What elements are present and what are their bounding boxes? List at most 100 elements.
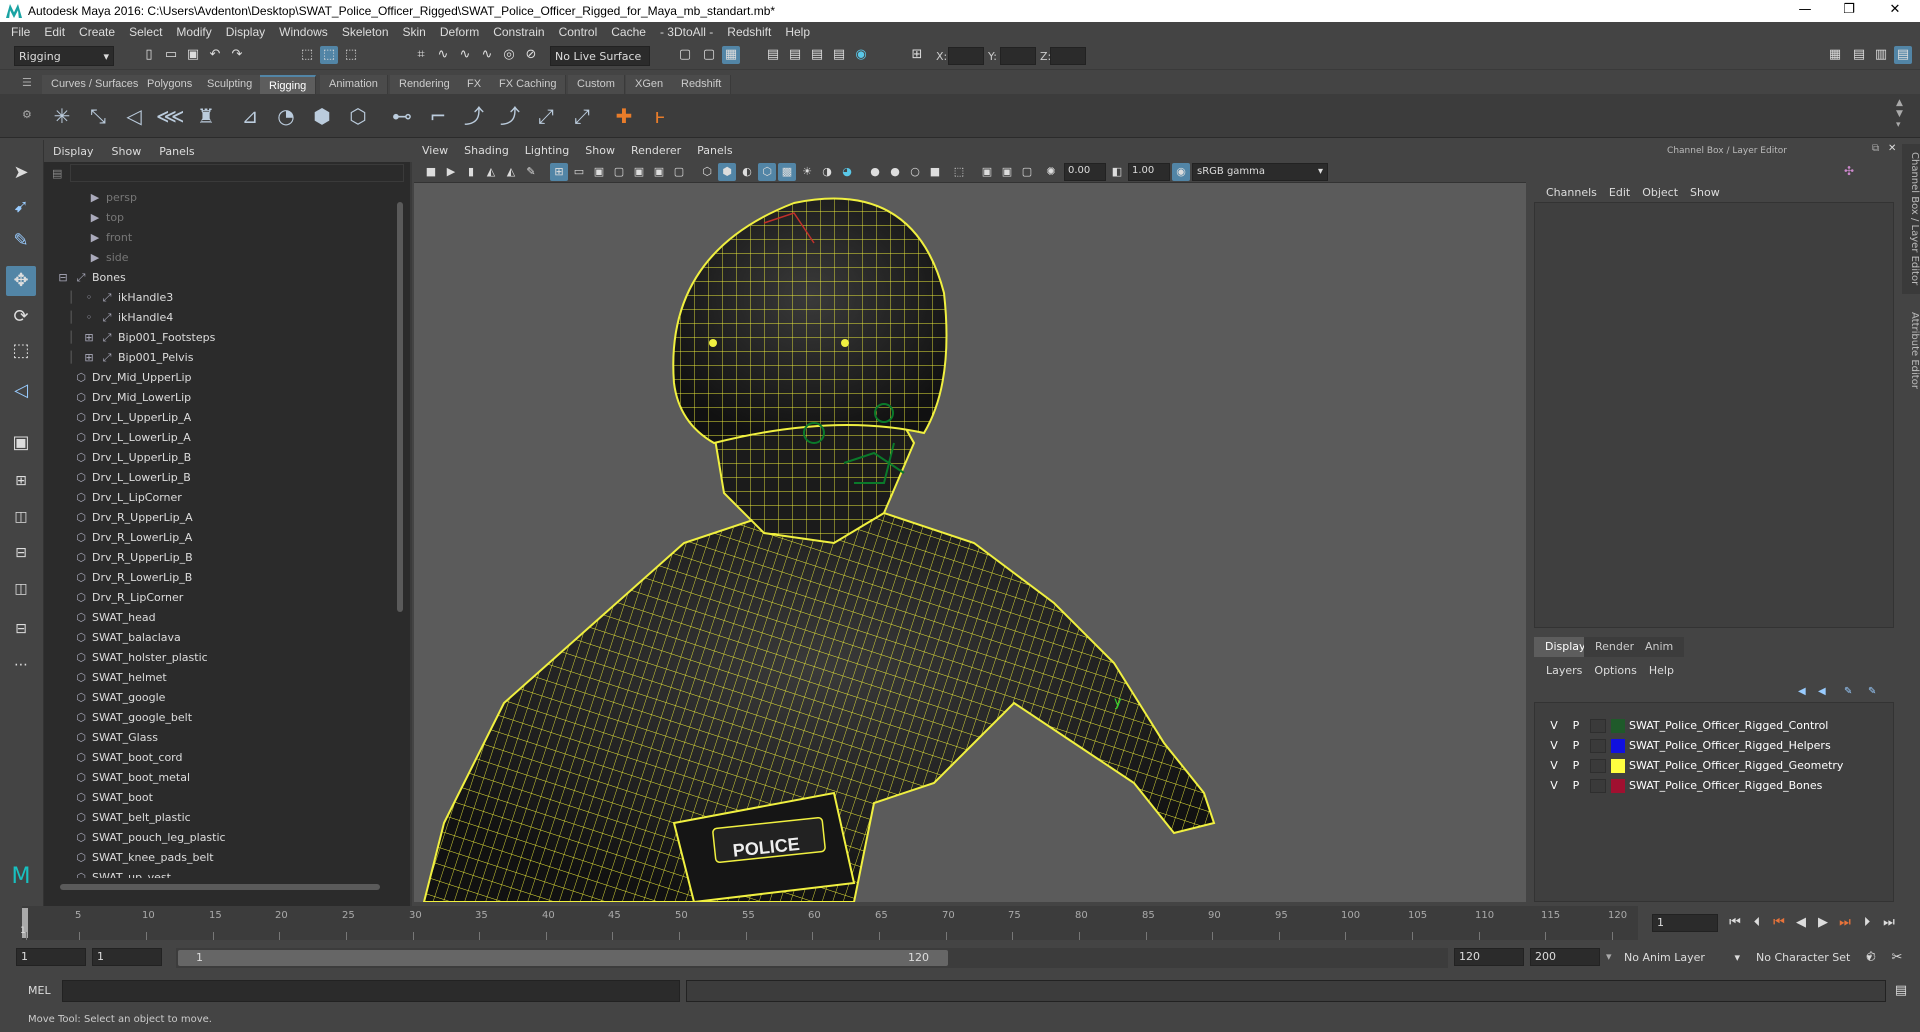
outliner-item[interactable]: ⬡ SWAT_head bbox=[74, 608, 155, 628]
shelf-scroll-icon[interactable]: ▲ ▼ ▾ bbox=[1896, 98, 1903, 131]
shelf-tab-sculpting[interactable]: Sculpting bbox=[198, 75, 263, 94]
wireframe-icon[interactable]: ⬡ bbox=[698, 163, 716, 181]
outliner-filter-icon[interactable]: ▤ bbox=[52, 167, 62, 180]
shelf-options-icon[interactable]: ⚙ bbox=[22, 108, 32, 121]
play-forwards-icon[interactable]: ▶ bbox=[1814, 914, 1832, 932]
snap-grid-icon[interactable]: ⌗ bbox=[412, 46, 430, 64]
outliner-item[interactable]: ⬡ Drv_L_LipCorner bbox=[74, 488, 182, 508]
step-back-key-icon[interactable]: ⏮ bbox=[1770, 914, 1788, 932]
menu-modify[interactable]: Modify bbox=[169, 25, 218, 39]
outliner-item[interactable]: ⬡ SWAT_holster_plastic bbox=[74, 648, 207, 668]
go-to-end-icon[interactable]: ⏭ bbox=[1880, 914, 1898, 932]
field-chart-icon[interactable]: ▣ bbox=[630, 163, 648, 181]
layer-playback-toggle[interactable]: P bbox=[1565, 737, 1587, 755]
range-bar[interactable]: 1 120 bbox=[176, 948, 1448, 968]
new-scene-icon[interactable]: ▯ bbox=[140, 46, 158, 64]
mirror-joint-icon[interactable]: ◁ bbox=[120, 102, 148, 130]
live-surface-field[interactable]: No Live Surface bbox=[550, 46, 650, 66]
shadows-icon[interactable]: ◑ bbox=[818, 163, 836, 181]
menu-deform[interactable]: Deform bbox=[433, 25, 486, 39]
outliner-item[interactable]: ⬡ Drv_L_LowerLip_A bbox=[74, 428, 191, 448]
construction-history-icon[interactable]: ▢ bbox=[700, 46, 718, 64]
z-field[interactable] bbox=[1050, 47, 1086, 65]
outliner-item[interactable]: ⬡ Drv_R_UpperLip_B bbox=[74, 548, 192, 568]
channel-box-menu-channels[interactable]: Channels bbox=[1540, 186, 1603, 199]
last-tool-icon[interactable]: ◁ bbox=[6, 376, 36, 406]
image-plane-icon[interactable]: ◭ bbox=[482, 163, 500, 181]
modeling-toolkit-icon[interactable]: ▦ bbox=[1826, 46, 1844, 64]
ik-spline-icon[interactable]: ◔ bbox=[272, 102, 300, 130]
layer-visibility-toggle[interactable]: V bbox=[1543, 717, 1565, 735]
layer-display-type-toggle[interactable] bbox=[1590, 759, 1606, 773]
command-language-label[interactable]: MEL bbox=[28, 984, 51, 997]
animation-start-field[interactable]: 1 bbox=[16, 948, 86, 966]
new-empty-layer-icon[interactable]: ✎ bbox=[1844, 686, 1852, 697]
outliner-item[interactable]: ⬡ SWAT_boot_metal bbox=[74, 768, 190, 788]
outliner-item[interactable]: ⬡ Drv_Mid_UpperLip bbox=[74, 368, 191, 388]
four-view-layout-icon[interactable]: ⊞ bbox=[6, 466, 36, 496]
viewport-canvas[interactable]: POLICE y bbox=[414, 183, 1526, 902]
outliner-item[interactable]: ⬡ Drv_R_LipCorner bbox=[74, 588, 183, 608]
layer-color-swatch[interactable] bbox=[1611, 739, 1625, 753]
outliner-item[interactable]: ⬡ SWAT_google bbox=[74, 688, 165, 708]
layout-more-icon[interactable]: ⋯ bbox=[6, 650, 36, 680]
menu-windows[interactable]: Windows bbox=[272, 25, 335, 39]
layer-color-swatch[interactable] bbox=[1611, 779, 1625, 793]
isolate-select-icon[interactable]: ■ bbox=[926, 163, 944, 181]
outliner-item[interactable]: ⬡ SWAT_belt_plastic bbox=[74, 808, 191, 828]
move-layer-up-icon[interactable]: ◀ bbox=[1798, 686, 1806, 697]
scale-tool-icon[interactable]: ⬚ bbox=[6, 336, 36, 366]
bind-skin-icon[interactable]: ⬢ bbox=[308, 102, 336, 130]
locator-icon[interactable]: ⊷ bbox=[388, 102, 416, 130]
outliner-item[interactable]: ⬡ Drv_L_UpperLip_A bbox=[74, 408, 191, 428]
render-settings-icon[interactable]: ▤ bbox=[808, 46, 826, 64]
single-perspective-layout-icon[interactable]: ▣ bbox=[6, 428, 36, 458]
bookmark-icon[interactable]: ▮ bbox=[462, 163, 480, 181]
shelf-tab-curves-surfaces[interactable]: Curves / Surfaces bbox=[42, 75, 149, 94]
shelf-tab-custom[interactable]: Custom bbox=[568, 75, 625, 94]
snap-view-icon[interactable]: ∿ bbox=[478, 46, 496, 64]
layer-playback-toggle[interactable]: P bbox=[1565, 757, 1587, 775]
minimize-button[interactable]: — bbox=[1782, 0, 1828, 22]
outliner-item[interactable]: │ ⊞ ⤢ Bip001_Pelvis bbox=[64, 348, 194, 368]
gate-mask-icon[interactable]: ▢ bbox=[610, 163, 628, 181]
motion-blur-icon[interactable]: ● bbox=[866, 163, 884, 181]
viewport-menu-renderer[interactable]: Renderer bbox=[623, 144, 689, 157]
expand-icon[interactable]: ⊞ bbox=[82, 348, 96, 368]
script-editor-icon[interactable]: ▤ bbox=[1892, 982, 1910, 1000]
step-forward-frame-icon[interactable]: ⏵ bbox=[1858, 914, 1876, 932]
animation-preferences-icon[interactable]: ✂ bbox=[1888, 949, 1906, 967]
aim-constraint-icon[interactable]: ⤢ bbox=[568, 102, 596, 130]
x-field[interactable] bbox=[948, 47, 984, 65]
go-to-start-icon[interactable]: ⏮ bbox=[1726, 914, 1744, 932]
outliner-item[interactable]: ⬡ Drv_L_LowerLip_B bbox=[74, 468, 191, 488]
lattice-icon[interactable]: ⱶ bbox=[646, 102, 674, 130]
channel-box-menu-show[interactable]: Show bbox=[1684, 186, 1726, 199]
xray-icon[interactable]: ⬚ bbox=[950, 163, 968, 181]
menu-file[interactable]: File bbox=[4, 25, 37, 39]
use-all-lights-icon[interactable]: ☀ bbox=[798, 163, 816, 181]
gamma-field[interactable]: 1.00 bbox=[1128, 163, 1170, 181]
channel-box-menu-object[interactable]: Object bbox=[1636, 186, 1684, 199]
current-frame-field[interactable]: 1 bbox=[1652, 914, 1718, 932]
outliner-item[interactable]: ⬡ Drv_L_UpperLip_B bbox=[74, 448, 191, 468]
ik-handle-icon[interactable]: ⊿ bbox=[236, 102, 264, 130]
undo-icon[interactable]: ↶ bbox=[206, 46, 224, 64]
playback-start-field[interactable]: 1 bbox=[92, 948, 162, 966]
insert-joint-icon[interactable]: ⤡ bbox=[84, 102, 112, 130]
menu-help[interactable]: Help bbox=[778, 25, 817, 39]
shelf-menu-icon[interactable]: ☰ bbox=[22, 76, 32, 89]
manipulator-icon[interactable]: ✣ bbox=[1844, 164, 1854, 178]
xray-active-icon[interactable]: ▣ bbox=[998, 163, 1016, 181]
shelf-tab-redshift[interactable]: Redshift bbox=[672, 75, 732, 94]
shelf-tab-fx[interactable]: FX bbox=[458, 75, 492, 94]
viewport-menu-lighting[interactable]: Lighting bbox=[517, 144, 577, 157]
outliner-item[interactable]: │ ◦ ⤢ ikHandle3 bbox=[64, 288, 174, 308]
outliner-item[interactable]: ▶ side bbox=[88, 248, 129, 268]
new-layer-selected-icon[interactable]: ✎ bbox=[1868, 686, 1876, 697]
outliner-item[interactable]: ⬡ SWAT_boot_cord bbox=[74, 748, 182, 768]
paint-weights-icon[interactable]: ⬡ bbox=[344, 102, 372, 130]
lasso-tool-icon[interactable]: ➹ bbox=[6, 192, 36, 222]
shelf-tab-animation[interactable]: Animation bbox=[320, 75, 388, 94]
point-constraint-icon[interactable]: ⤴ bbox=[460, 102, 488, 130]
